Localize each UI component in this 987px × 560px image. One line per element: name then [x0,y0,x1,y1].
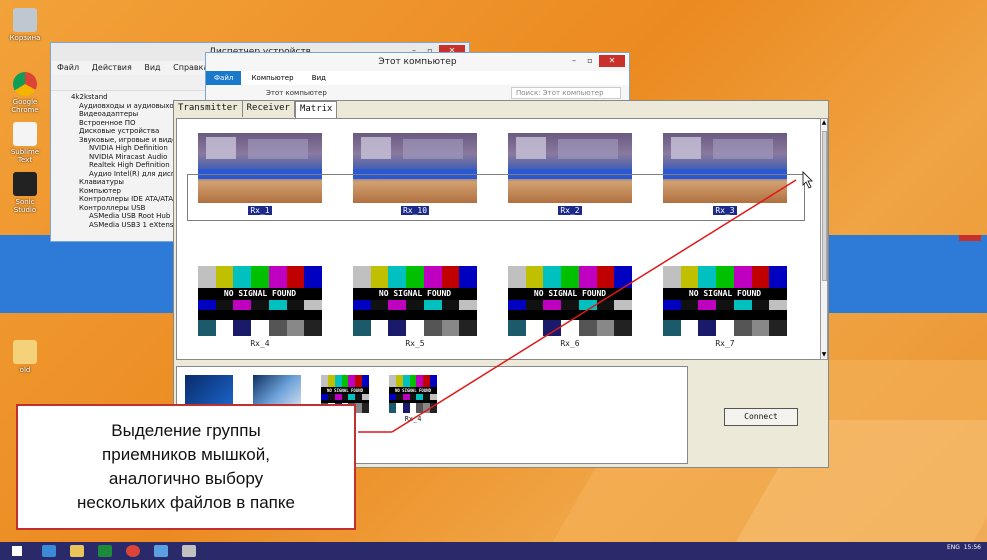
ie-icon[interactable] [42,545,56,557]
file-icon [13,122,37,146]
desktop-icon-folder[interactable]: old [6,340,44,374]
callout-line: приемников мышкой, [102,445,270,464]
tab-transmitter[interactable]: Transmitter [174,101,243,117]
source-label: Rx_4 [404,415,422,423]
ribbon-tab-file[interactable]: Файл [206,71,242,85]
tab-bar: Transmitter Receiver Matrix [174,101,338,118]
no-signal-preview: NO SIGNAL FOUND [508,266,632,336]
desktop-icon-file[interactable]: Sublime Text [6,122,44,164]
ribbon-tab-view[interactable]: Вид [304,71,334,85]
receiver-label: Rx_5 [405,339,425,348]
address-bar[interactable]: Этот компьютер Поиск: Этот компьютер [206,85,629,101]
no-signal-text: NO SIGNAL FOUND [389,387,437,394]
desktop-icon-recycle-bin[interactable]: Корзина [6,8,44,42]
no-signal-preview: NO SIGNAL FOUND [198,266,322,336]
search-input[interactable]: Поиск: Этот компьютер [511,87,621,99]
desktop-icon-chrome[interactable]: Google Chrome [6,72,44,114]
no-signal-text: NO SIGNAL FOUND [508,288,632,300]
menu-help[interactable]: Справка [173,63,208,72]
no-signal-text: NO SIGNAL FOUND [321,387,369,394]
receiver-label: Rx_6 [560,339,580,348]
minimize-icon[interactable]: – [567,55,581,67]
receiver-label: Rx_4 [250,339,270,348]
device-manager-icon[interactable] [154,545,168,557]
callout-line: нескольких файлов в папке [77,493,295,512]
no-signal-text: NO SIGNAL FOUND [353,288,477,300]
time-text: 15:56 [963,544,981,551]
receiver-tile[interactable]: NO SIGNAL FOUND Rx_5 [353,266,477,349]
annotation-callout: Выделение группы приемников мышкой, анал… [16,404,356,530]
store-icon[interactable] [98,545,112,557]
no-signal-preview: NO SIGNAL FOUND [663,266,787,336]
callout-line: аналогично выбору [108,469,264,488]
scroll-up-icon[interactable]: ▲ [821,119,827,127]
receiver-label: Rx_7 [715,339,735,348]
sonic-studio-icon [13,172,37,196]
ribbon-tabs: Файл Компьютер Вид [206,71,629,85]
system-clock[interactable]: ENG 15:56 [947,544,981,551]
tab-matrix[interactable]: Matrix [294,101,338,118]
receiver-tile[interactable]: NO SIGNAL FOUND Rx_6 [508,266,632,349]
chrome-icon[interactable] [126,545,140,557]
taskbar: ENG 15:56 [0,542,987,560]
chrome-icon [13,72,37,96]
tab-receiver[interactable]: Receiver [242,101,295,117]
maximize-icon[interactable]: ▫ [583,55,597,67]
window-title: Этот компьютер [378,57,457,67]
callout-line: Выделение группы [111,421,261,440]
close-icon[interactable]: ✕ [599,55,625,67]
no-signal-preview: NO SIGNAL FOUND [353,266,477,336]
folder-icon [13,340,37,364]
no-signal-text: NO SIGNAL FOUND [663,288,787,300]
grid-scrollbar[interactable]: ▲ ▼ [820,118,828,360]
receiver-tile[interactable]: NO SIGNAL FOUND Rx_4 [198,266,322,349]
selection-rectangle [187,174,805,221]
source-thumb[interactable]: NO SIGNAL FOUND [389,375,437,413]
menu-file[interactable]: Файл [57,63,79,72]
close-icon[interactable] [959,235,981,241]
receiver-grid[interactable]: Rx_1 Rx_10 Rx_2 Rx_3 NO SIGNAL FOUND Rx_… [176,118,821,360]
file-explorer-icon[interactable] [70,545,84,557]
no-signal-text: NO SIGNAL FOUND [198,288,322,300]
explorer-window: Этот компьютер – ▫ ✕ Файл Компьютер Вид Эт… [205,52,630,107]
connect-button[interactable]: Connect [724,408,798,426]
menu-action[interactable]: Действия [92,63,132,72]
recycle-bin-icon [13,8,37,32]
address-text: Этот компьютер [266,89,327,97]
receiver-tile[interactable]: NO SIGNAL FOUND Rx_7 [663,266,787,349]
language-indicator[interactable]: ENG [947,544,960,551]
ribbon-tab-computer[interactable]: Компьютер [244,71,302,85]
menu-view[interactable]: Вид [144,63,160,72]
desktop-icon-sonic-studio[interactable]: Sonic Studio [6,172,44,214]
start-button-icon[interactable] [12,546,22,556]
scroll-thumb[interactable] [822,131,827,281]
scroll-down-icon[interactable]: ▼ [821,351,827,359]
app-icon[interactable] [182,545,196,557]
